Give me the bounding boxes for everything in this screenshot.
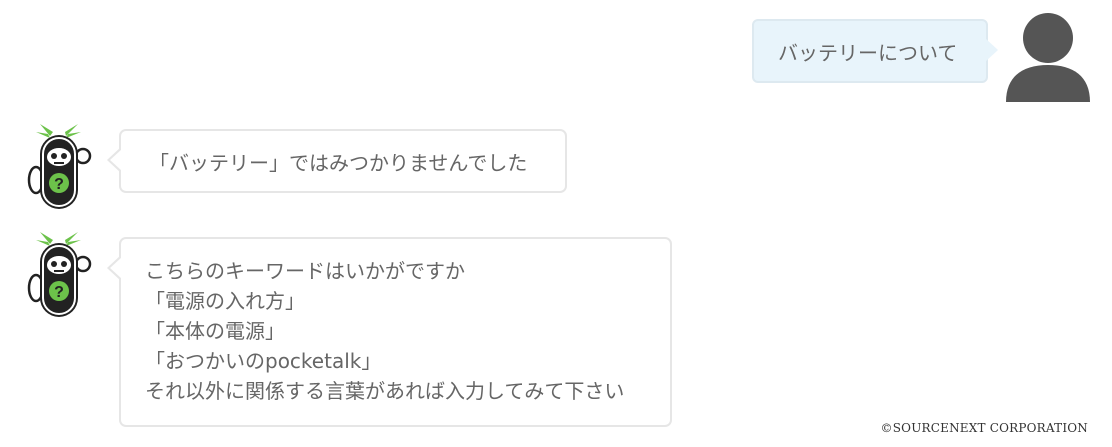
person-icon bbox=[1005, 12, 1091, 102]
bot-message-text: 「バッテリー」ではみつかりませんでした bbox=[149, 150, 528, 175]
bot-suggestions-bubble: こちらのキーワードはいかがですか 「電源の入れ方」 「本体の電源」 「おつかいの… bbox=[107, 237, 672, 427]
suggestion-intro-text: こちらのキーワードはいかがですか bbox=[145, 259, 465, 283]
suggestion-keyword: 「電源の入れ方」 bbox=[145, 289, 305, 313]
svg-text:?: ? bbox=[54, 176, 64, 193]
pocketalk-mascot-icon: ? bbox=[26, 228, 92, 320]
svg-text:?: ? bbox=[54, 284, 64, 301]
suggestion-keyword: 「本体の電源」 bbox=[145, 319, 285, 343]
pocketalk-mascot-icon: ? bbox=[26, 120, 92, 212]
suggestion-keyword: 「おつかいのpocketalk」 bbox=[145, 349, 382, 373]
copyright-notice: ©SOURCENEXT CORPORATION bbox=[880, 421, 1088, 435]
user-message-bubble: バッテリーについて bbox=[752, 19, 998, 83]
user-message-text: バッテリーについて bbox=[778, 40, 958, 65]
bot-message-bubble: 「バッテリー」ではみつかりませんでした bbox=[107, 129, 567, 193]
suggestion-footer-text: それ以外に関係する言葉があれば入力してみて下さい bbox=[145, 379, 625, 403]
